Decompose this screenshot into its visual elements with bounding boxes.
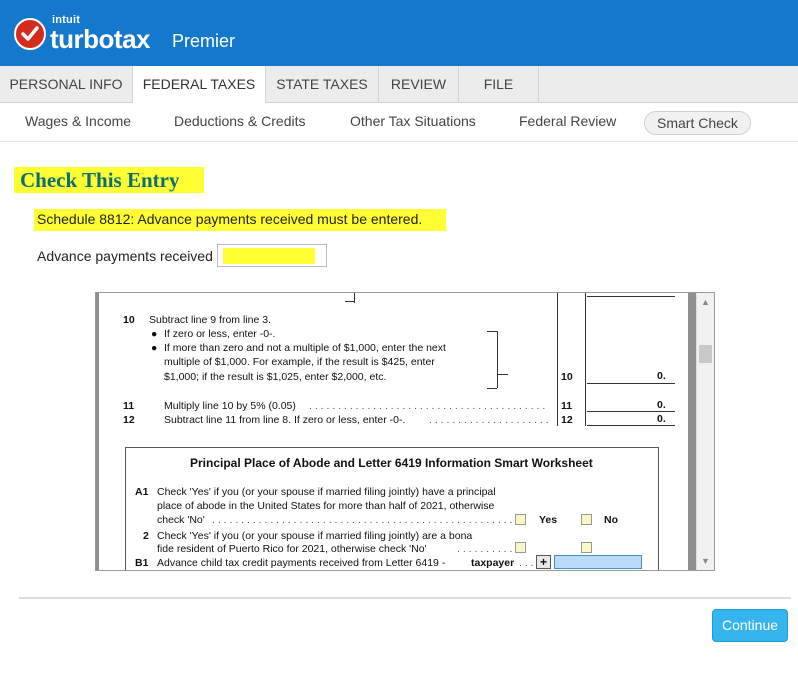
a2-number: 2 (143, 530, 149, 542)
turbotax-logo-text: turbotax (50, 24, 151, 54)
a1-text-line-1: Check 'Yes' if you (or your spouse if ma… (157, 486, 496, 498)
line-10-bullet-2c: $1,000; if the result is $1,025, enter $… (164, 371, 387, 383)
dot-leader: . . . . . . . . . . . . . . . . . . . . … (429, 414, 549, 426)
line-10-bullet-2b: multiple of $1,000. For example, if the … (164, 356, 435, 368)
line-10-bullet-1: If zero or less, enter -0-. (164, 328, 276, 340)
dot-leader: . . . (519, 557, 534, 569)
subnav-deductions-credits[interactable]: Deductions & Credits (174, 113, 306, 129)
turbotax-check-logo-icon (14, 18, 46, 50)
error-message: Schedule 8812: Advance payments received… (37, 211, 423, 227)
tab-federal-taxes[interactable]: FEDERAL TAXES (133, 66, 266, 104)
subnav-smart-check[interactable]: Smart Check (644, 111, 751, 135)
tab-state-taxes[interactable]: STATE TAXES (266, 66, 379, 103)
line-11-value: 0. (657, 399, 666, 411)
app-header: intuit turbotax Premier (0, 0, 798, 66)
subnav-wages-income[interactable]: Wages & Income (25, 113, 131, 129)
line-10-text: Subtract line 9 from line 3. (149, 314, 271, 326)
plus-icon[interactable]: + (536, 555, 551, 569)
continue-button[interactable]: Continue (712, 609, 788, 642)
edition-label: Premier (172, 31, 236, 51)
scroll-up-icon[interactable]: ▲ (697, 295, 714, 309)
line-10-value: 0. (657, 370, 666, 382)
form-page: 10 Subtract line 9 from line 3. ● If zer… (99, 293, 688, 570)
line-11-text: Multiply line 10 by 5% (0.05) (164, 400, 296, 412)
worksheet-title: Principal Place of Abode and Letter 6419… (190, 456, 593, 470)
line-11-box-label: 11 (561, 400, 573, 412)
a2-no-checkbox[interactable] (581, 542, 592, 553)
b1-number: B1 (135, 557, 149, 569)
scroll-thumb[interactable] (699, 345, 712, 363)
form-viewer[interactable]: 10 Subtract line 9 from line 3. ● If zer… (95, 292, 715, 571)
subnav-federal-review[interactable]: Federal Review (519, 113, 616, 129)
a2-text-line-2: fide resident of Puerto Rico for 2021, o… (157, 543, 427, 555)
b1-text: Advance child tax credit payments receiv… (157, 557, 446, 569)
a1-text-line-3: check 'No' (157, 514, 205, 526)
bullet-icon: ● (151, 342, 158, 354)
a1-yes-label: Yes (539, 514, 558, 526)
a1-no-checkbox[interactable] (581, 514, 592, 525)
advance-payments-input[interactable] (217, 244, 327, 267)
b1-taxpayer-label: taxpayer (471, 557, 515, 569)
advance-payments-label: Advance payments received (37, 248, 213, 264)
a1-no-label: No (604, 514, 618, 526)
a1-text-line-2: place of abode in the United States for … (157, 500, 495, 512)
scroll-down-icon[interactable]: ▼ (697, 554, 714, 568)
tab-review[interactable]: REVIEW (379, 66, 459, 103)
footer-divider (19, 597, 791, 599)
tab-file[interactable]: FILE (459, 66, 539, 103)
a1-yes-checkbox[interactable] (515, 514, 526, 525)
line-12-text: Subtract line 11 from line 8. If zero or… (164, 414, 406, 426)
sub-navigation: Wages & Income Deductions & Credits Othe… (0, 103, 798, 142)
b1-amount-input[interactable] (554, 555, 642, 569)
line-12-number: 12 (123, 414, 135, 426)
form-scrollbar[interactable]: ▲ ▼ (696, 293, 714, 570)
line-12-box-label: 12 (561, 414, 573, 426)
main-tabs: PERSONAL INFO FEDERAL TAXES STATE TAXES … (0, 66, 798, 104)
line-10-box-label: 10 (561, 371, 573, 383)
tab-personal-info[interactable]: PERSONAL INFO (0, 66, 133, 103)
line-10-number: 10 (123, 314, 135, 326)
subnav-other-tax-situations[interactable]: Other Tax Situations (350, 113, 476, 129)
line-11-number: 11 (123, 400, 135, 412)
a1-number: A1 (135, 486, 149, 498)
line-10-bullet-2a: If more than zero and not a multiple of … (164, 342, 446, 354)
bullet-icon: ● (151, 328, 158, 340)
page-title: Check This Entry (20, 168, 180, 192)
a2-text-line-1: Check 'Yes' if you (or your spouse if ma… (157, 530, 473, 542)
line-12-value: 0. (657, 413, 666, 425)
a2-yes-checkbox[interactable] (515, 542, 526, 553)
dot-leader: . . . . . . . . . . . . . . . . . . . . … (212, 514, 513, 526)
dot-leader: . . . . . . . . . . . . . . . . . . . . … (309, 400, 546, 412)
